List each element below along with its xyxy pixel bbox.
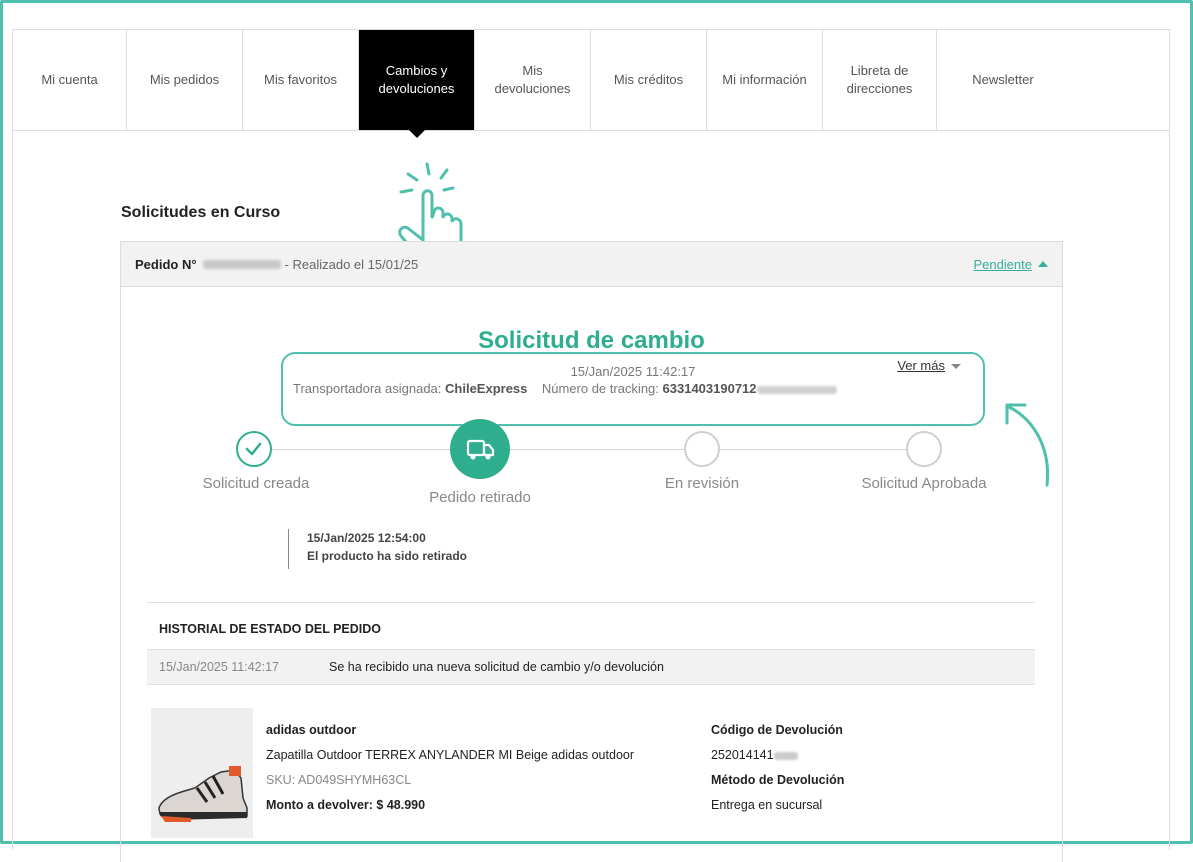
history-row: 15/Jan/2025 11:42:17 Se ha recibido una … bbox=[147, 649, 1035, 685]
return-method-label: Método de Devolución bbox=[711, 773, 845, 787]
curved-arrow-icon bbox=[1005, 403, 1050, 487]
status-link[interactable]: Pendiente bbox=[973, 257, 1032, 272]
step-label: Solicitud Aprobada bbox=[861, 475, 987, 492]
truck-icon bbox=[450, 419, 510, 479]
step-label: Pedido retirado bbox=[429, 489, 531, 506]
tracking-number: 6331403190712 bbox=[662, 381, 757, 396]
tab-mis-pedidos[interactable]: Mis pedidos bbox=[127, 30, 243, 130]
return-method: Entrega en sucursal bbox=[711, 798, 823, 812]
tab-cambios-devoluciones[interactable]: Cambios y devoluciones bbox=[359, 30, 475, 138]
carrier-label: Transportadora asignada: bbox=[293, 381, 442, 396]
request-title: Solicitud de cambio bbox=[478, 327, 705, 354]
tab-label: Cambios y devoluciones bbox=[378, 63, 455, 96]
check-icon bbox=[236, 431, 272, 467]
tab-mi-informacion[interactable]: Mi información bbox=[707, 30, 823, 130]
return-code: 252014141 bbox=[711, 748, 774, 762]
product-sku: SKU: AD049SHYMH63CL bbox=[266, 773, 412, 787]
account-tabs: Mi cuenta Mis pedidos Mis favoritos Camb… bbox=[13, 30, 1169, 138]
caret-up-icon[interactable] bbox=[1038, 261, 1048, 267]
redacted-code bbox=[773, 751, 798, 760]
order-number-label: Pedido N° bbox=[135, 256, 197, 272]
request-datetime: 15/Jan/2025 11:42:17 bbox=[570, 364, 696, 379]
order-card: Pedido N° - Realizado el 15/01/25 Pendie… bbox=[120, 241, 1063, 862]
section-title: Solicitudes en Curso bbox=[121, 204, 281, 221]
event-datetime: 15/Jan/2025 12:54:00 bbox=[307, 531, 426, 545]
tracking-box: 15/Jan/2025 11:42:17 Ver más Transportad… bbox=[281, 352, 985, 426]
carrier-name: ChileExpress bbox=[445, 381, 528, 396]
return-code-label: Código de Devolución bbox=[711, 723, 843, 737]
pending-step-icon bbox=[684, 431, 720, 467]
status-event: 15/Jan/2025 12:54:00 El producto ha sido… bbox=[288, 529, 467, 569]
refund-amount: Monto a devolver: $ 48.990 bbox=[266, 798, 426, 812]
caret-down-icon bbox=[951, 364, 961, 370]
product-brand: adidas outdoor bbox=[266, 723, 357, 737]
tab-newsletter[interactable]: Newsletter bbox=[937, 30, 1069, 130]
outer-frame: Mi cuenta Mis pedidos Mis favoritos Camb… bbox=[0, 0, 1193, 862]
ver-mas-label: Ver más bbox=[897, 358, 945, 373]
redacted-order-number bbox=[202, 259, 281, 269]
return-code-row: 252014141 bbox=[711, 743, 844, 768]
history-title: HISTORIAL DE ESTADO DEL PEDIDO bbox=[159, 622, 382, 636]
redacted-tracking bbox=[756, 385, 837, 394]
status-label: Pendiente bbox=[973, 256, 1032, 272]
tab-mis-devoluciones[interactable]: Mis devoluciones bbox=[475, 30, 591, 130]
step-label: En revisión bbox=[664, 475, 740, 492]
tab-label: Libreta de direcciones bbox=[846, 63, 913, 96]
product-name: Zapatilla Outdoor TERREX ANYLANDER MI Be… bbox=[266, 748, 635, 762]
return-details: Código de Devolución 252014141 Método de… bbox=[711, 718, 844, 818]
event-message: El producto ha sido retirado bbox=[307, 549, 468, 563]
order-header[interactable]: Pedido N° - Realizado el 15/01/25 Pendie… bbox=[121, 242, 1062, 287]
step-label: Solicitud creada bbox=[202, 475, 310, 492]
tracking-label: Número de tracking: bbox=[541, 381, 659, 396]
order-date: - Realizado el 15/01/25 bbox=[284, 256, 419, 272]
account-panel: Mi cuenta Mis pedidos Mis favoritos Camb… bbox=[12, 29, 1170, 862]
tab-mi-cuenta[interactable]: Mi cuenta bbox=[13, 30, 127, 130]
tab-label: Mis devoluciones bbox=[494, 63, 571, 96]
product-details: adidas outdoor Zapatilla Outdoor TERREX … bbox=[266, 718, 634, 818]
ver-mas-link[interactable]: Ver más bbox=[897, 358, 961, 373]
tab-mis-creditos[interactable]: Mis créditos bbox=[591, 30, 707, 130]
progress-line bbox=[254, 449, 924, 450]
history-message: Se ha recibido una nueva solicitud de ca… bbox=[329, 660, 664, 674]
product-image bbox=[151, 708, 253, 838]
divider bbox=[147, 602, 1035, 603]
tab-mis-favoritos[interactable]: Mis favoritos bbox=[243, 30, 359, 130]
tab-libreta-direcciones[interactable]: Libreta de direcciones bbox=[823, 30, 937, 130]
pending-step-icon bbox=[906, 431, 942, 467]
tracking-line: Transportadora asignada: ChileExpress Nú… bbox=[293, 381, 837, 396]
history-date: 15/Jan/2025 11:42:17 bbox=[159, 660, 280, 674]
